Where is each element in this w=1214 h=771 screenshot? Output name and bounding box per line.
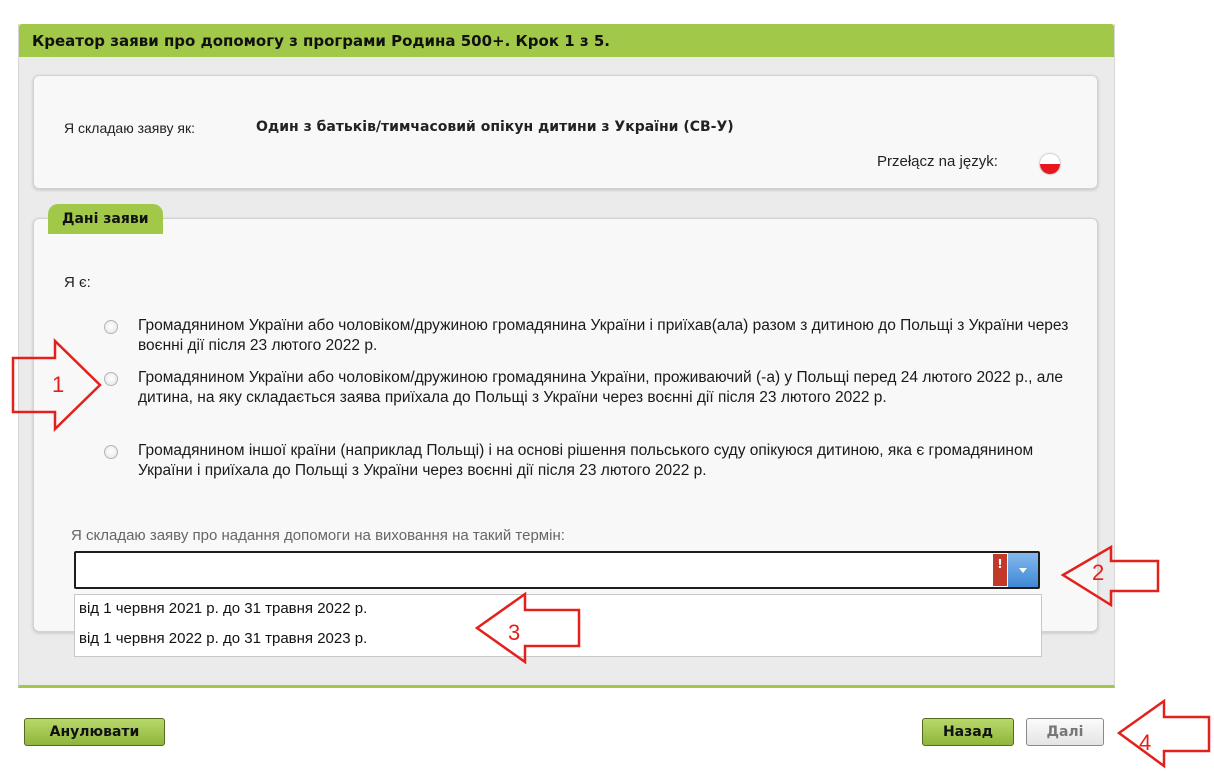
radio-button[interactable] — [104, 445, 118, 459]
radio-option-label[interactable]: Громадянином України або чоловіком/дружи… — [138, 316, 1078, 356]
radio-option-label[interactable]: Громадянином України або чоловіком/дружи… — [138, 368, 1078, 408]
poland-flag-icon[interactable] — [1040, 154, 1060, 174]
dropdown-option[interactable]: від 1 червня 2021 р. до 31 травня 2022 р… — [79, 600, 367, 617]
term-select[interactable]: ! — [74, 551, 1040, 589]
radio-option-label[interactable]: Громадянином іншої країни (наприклад Пол… — [138, 441, 1078, 481]
applicant-panel: Я складаю заяву як: Один з батьків/тимча… — [33, 75, 1098, 189]
radio-button[interactable] — [104, 320, 118, 334]
error-icon: ! — [993, 554, 1007, 586]
chevron-down-icon[interactable] — [1008, 553, 1038, 587]
term-label: Я складаю заяву про надання допомоги на … — [71, 527, 565, 544]
callout-arrow-4 — [1116, 698, 1211, 769]
applicant-label: Я складаю заяву як: — [64, 120, 195, 136]
back-button[interactable]: Назад — [922, 718, 1014, 746]
wizard-title: Креатор заяви про допомогу з програми Ро… — [32, 32, 610, 50]
wizard-header: Креатор заяви про допомогу з програми Ро… — [19, 24, 1114, 57]
language-switch-label: Przełącz na język: — [877, 153, 998, 170]
cancel-button[interactable]: Анулювати — [24, 718, 165, 746]
callout-arrow-3 — [474, 591, 581, 665]
dropdown-option[interactable]: від 1 червня 2022 р. до 31 травня 2023 р… — [79, 630, 367, 647]
callout-number-3: 3 — [508, 620, 521, 645]
section-title: Дані заяви — [48, 204, 163, 234]
wizard-container: Креатор заяви про допомогу з програми Ро… — [18, 24, 1115, 688]
callout-number-4: 4 — [1139, 730, 1152, 755]
applicant-value: Один з батьків/тимчасовий опікун дитини … — [256, 119, 734, 135]
next-button[interactable]: Далі — [1026, 718, 1104, 746]
radio-button[interactable] — [104, 372, 118, 386]
callout-number-1: 1 — [52, 372, 65, 397]
iam-label: Я є: — [64, 274, 91, 291]
callout-number-2: 2 — [1092, 560, 1105, 585]
callout-arrow-2 — [1060, 544, 1160, 608]
